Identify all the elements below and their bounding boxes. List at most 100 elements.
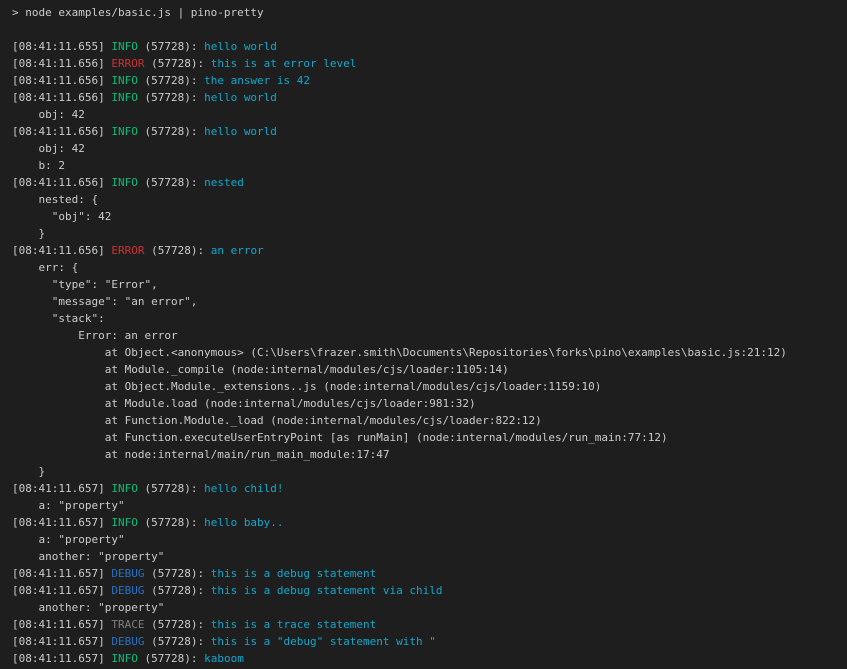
terminal-line: another: "property": [12, 548, 847, 565]
terminal-text-segment: (57728):: [144, 244, 210, 257]
terminal-line: at Object.<anonymous> (C:\Users\frazer.s…: [12, 344, 847, 361]
terminal-text-segment: "stack":: [12, 312, 105, 325]
terminal-text-segment: (57728):: [138, 516, 204, 529]
terminal-line: a: "property": [12, 531, 847, 548]
terminal-text-segment: [08:41:11.656]: [12, 57, 111, 70]
terminal-line: [08:41:11.657] INFO (57728): kaboom: [12, 650, 847, 667]
terminal-text-segment: this is a "debug" statement with ": [211, 635, 436, 648]
terminal-line: [12, 21, 847, 38]
terminal-text-segment: [08:41:11.657]: [12, 482, 111, 495]
terminal-text-segment: (57728):: [144, 584, 210, 597]
terminal-text-segment: an error: [211, 244, 264, 257]
terminal-text-segment: (57728):: [144, 618, 210, 631]
terminal-text-segment: (57728):: [144, 635, 210, 648]
terminal-line: at Module.load (node:internal/modules/cj…: [12, 395, 847, 412]
terminal-text-segment: hello world: [204, 91, 277, 104]
terminal-text-segment: this is at error level: [211, 57, 357, 70]
terminal-line: at Object.Module._extensions..js (node:i…: [12, 378, 847, 395]
terminal-line: at Function.Module._load (node:internal/…: [12, 412, 847, 429]
terminal-text-segment: (57728):: [138, 125, 204, 138]
terminal-text-segment: [08:41:11.657]: [12, 584, 111, 597]
terminal-text-segment: (57728):: [138, 482, 204, 495]
terminal-text-segment: kaboom: [204, 652, 244, 665]
terminal-text-segment: > node examples/basic.js | pino-pretty: [12, 6, 264, 19]
terminal-line: at node:internal/main/run_main_module:17…: [12, 446, 847, 463]
terminal-text-segment: INFO: [111, 482, 138, 495]
terminal-text-segment: (57728):: [144, 57, 210, 70]
terminal-text-segment: }: [12, 465, 45, 478]
terminal-text-segment: nested: {: [12, 193, 98, 206]
terminal-text-segment: }: [12, 227, 45, 240]
terminal-text-segment: nested: [204, 176, 244, 189]
terminal-text-segment: a: "property": [12, 499, 125, 512]
terminal-text-segment: [08:41:11.656]: [12, 125, 111, 138]
terminal-line: [08:41:11.657] DEBUG (57728): this is a …: [12, 565, 847, 582]
terminal-line: a: "property": [12, 497, 847, 514]
terminal-text-segment: [12, 23, 19, 36]
terminal-text-segment: at Function.executeUserEntryPoint [as ru…: [12, 431, 668, 444]
terminal-text-segment: DEBUG: [111, 635, 144, 648]
terminal-text-segment: hello world: [204, 40, 277, 53]
terminal-line: Error: an error: [12, 327, 847, 344]
terminal-text-segment: [08:41:11.655]: [12, 40, 111, 53]
terminal-text-segment: INFO: [111, 516, 138, 529]
terminal-text-segment: [08:41:11.657]: [12, 567, 111, 580]
terminal-text-segment: a: "property": [12, 533, 125, 546]
terminal-text-segment: [08:41:11.656]: [12, 91, 111, 104]
terminal-line: "obj": 42: [12, 208, 847, 225]
terminal-line: }: [12, 225, 847, 242]
terminal-line: [08:41:11.656] INFO (57728): the answer …: [12, 72, 847, 89]
terminal-text-segment: another: "property": [12, 550, 164, 563]
terminal-text-segment: err: {: [12, 261, 78, 274]
terminal-line: another: "property": [12, 599, 847, 616]
terminal-line: [08:41:11.657] TRACE (57728): this is a …: [12, 616, 847, 633]
terminal-text-segment: INFO: [111, 652, 138, 665]
terminal-line: at Function.executeUserEntryPoint [as ru…: [12, 429, 847, 446]
terminal-line: [08:41:11.656] INFO (57728): hello world: [12, 89, 847, 106]
terminal-text-segment: "type": "Error",: [12, 278, 158, 291]
terminal-line: [08:41:11.656] INFO (57728): nested: [12, 174, 847, 191]
terminal-line: [08:41:11.656] INFO (57728): hello world: [12, 123, 847, 140]
terminal-text-segment: [08:41:11.656]: [12, 176, 111, 189]
terminal-line: obj: 42: [12, 106, 847, 123]
terminal-line: [08:41:11.657] DEBUG (57728): this is a …: [12, 633, 847, 650]
terminal-text-segment: INFO: [111, 91, 138, 104]
terminal-text-segment: ERROR: [111, 57, 144, 70]
terminal-text-segment: Error: an error: [12, 329, 178, 342]
terminal-text-segment: the answer is 42: [204, 74, 310, 87]
terminal-text-segment: another: "property": [12, 601, 164, 614]
terminal-line: [08:41:11.657] INFO (57728): hello child…: [12, 480, 847, 497]
terminal-text-segment: (57728):: [138, 91, 204, 104]
terminal-text-segment: (57728):: [138, 74, 204, 87]
terminal-text-segment: hello world: [204, 125, 277, 138]
terminal-text-segment: INFO: [111, 74, 138, 87]
terminal-text-segment: (57728):: [138, 40, 204, 53]
terminal-text-segment: obj: 42: [12, 142, 85, 155]
terminal-line: [08:41:11.656] ERROR (57728): an error: [12, 242, 847, 259]
terminal-text-segment: TRACE: [111, 618, 144, 631]
terminal-text-segment: (57728):: [138, 652, 204, 665]
terminal-text-segment: "obj": 42: [12, 210, 111, 223]
terminal-line: "stack":: [12, 310, 847, 327]
terminal-text-segment: b: 2: [12, 159, 65, 172]
terminal-text-segment: (57728):: [144, 567, 210, 580]
terminal-line: obj: 42: [12, 140, 847, 157]
terminal-text-segment: [08:41:11.657]: [12, 618, 111, 631]
terminal-line: [08:41:11.657] DEBUG (57728): this is a …: [12, 582, 847, 599]
terminal-text-segment: INFO: [111, 176, 138, 189]
terminal-line: [08:41:11.657] INFO (57728): hello baby.…: [12, 514, 847, 531]
terminal-text-segment: hello child!: [204, 482, 283, 495]
command-line: > node examples/basic.js | pino-pretty: [12, 4, 847, 21]
terminal-text-segment: this is a debug statement: [211, 567, 377, 580]
terminal-text-segment: DEBUG: [111, 567, 144, 580]
terminal-text-segment: [08:41:11.657]: [12, 652, 111, 665]
terminal-line: [08:41:11.655] INFO (57728): hello world: [12, 38, 847, 55]
terminal-text-segment: at Module.load (node:internal/modules/cj…: [12, 397, 476, 410]
terminal-text-segment: [08:41:11.656]: [12, 244, 111, 257]
terminal-text-segment: at Module._compile (node:internal/module…: [12, 363, 509, 376]
terminal-text-segment: (57728):: [138, 176, 204, 189]
terminal-text-segment: ERROR: [111, 244, 144, 257]
terminal-line: nested: {: [12, 191, 847, 208]
terminal-text-segment: at Object.Module._extensions..js (node:i…: [12, 380, 601, 393]
terminal-text-segment: [08:41:11.657]: [12, 516, 111, 529]
